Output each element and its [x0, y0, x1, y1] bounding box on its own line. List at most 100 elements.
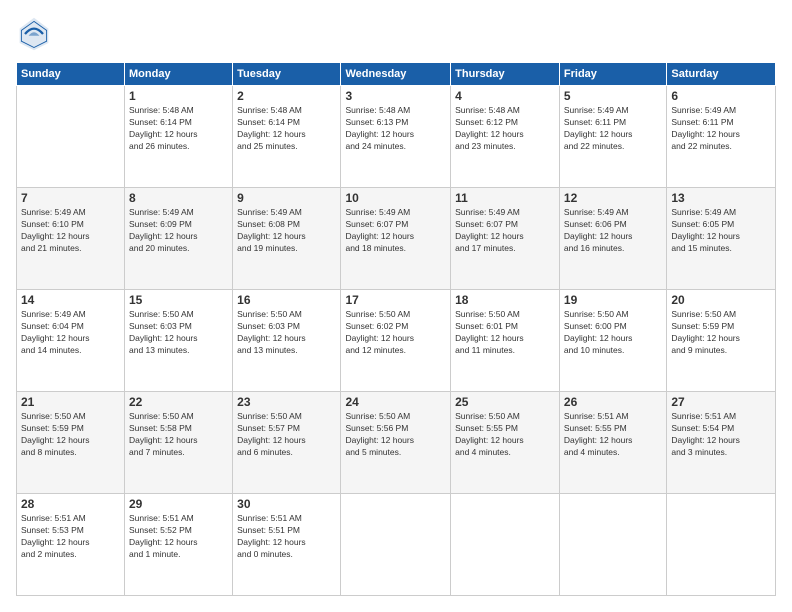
day-cell: 21 Sunrise: 5:50 AM Sunset: 5:59 PM Dayli… — [17, 392, 125, 494]
day-number: 28 — [21, 497, 120, 511]
day-info: Sunrise: 5:51 AM Sunset: 5:53 PM Dayligh… — [21, 513, 120, 561]
week-row-4: 28 Sunrise: 5:51 AM Sunset: 5:53 PM Dayli… — [17, 494, 776, 596]
day-header-friday: Friday — [559, 63, 666, 86]
day-cell: 7 Sunrise: 5:49 AM Sunset: 6:10 PM Daylig… — [17, 188, 125, 290]
day-number: 9 — [237, 191, 336, 205]
day-number: 22 — [129, 395, 228, 409]
day-info: Sunrise: 5:50 AM Sunset: 5:57 PM Dayligh… — [237, 411, 336, 459]
day-number: 18 — [455, 293, 555, 307]
day-header-wednesday: Wednesday — [341, 63, 451, 86]
day-cell: 25Sunrise: 5:50 AM Sunset: 5:55 PM Dayli… — [451, 392, 560, 494]
day-cell: 27 Sunrise: 5:51 AM Sunset: 5:54 PM Dayli… — [667, 392, 776, 494]
day-number: 25 — [455, 395, 555, 409]
day-info: Sunrise: 5:49 AM Sunset: 6:07 PM Dayligh… — [345, 207, 446, 255]
day-cell — [17, 86, 125, 188]
day-number: 8 — [129, 191, 228, 205]
day-info: Sunrise: 5:50 AM Sunset: 6:03 PM Dayligh… — [237, 309, 336, 357]
day-cell: 9 Sunrise: 5:49 AM Sunset: 6:08 PM Daylig… — [233, 188, 341, 290]
logo-icon — [16, 16, 52, 52]
day-info: Sunrise: 5:49 AM Sunset: 6:08 PM Dayligh… — [237, 207, 336, 255]
day-header-thursday: Thursday — [451, 63, 560, 86]
day-info: Sunrise: 5:50 AM Sunset: 5:59 PM Dayligh… — [671, 309, 771, 357]
week-row-0: 1 Sunrise: 5:48 AM Sunset: 6:14 PM Daylig… — [17, 86, 776, 188]
day-cell: 6 Sunrise: 5:49 AM Sunset: 6:11 PM Daylig… — [667, 86, 776, 188]
day-number: 13 — [671, 191, 771, 205]
day-number: 17 — [345, 293, 446, 307]
day-cell: 10 Sunrise: 5:49 AM Sunset: 6:07 PM Dayli… — [341, 188, 451, 290]
day-cell: 22Sunrise: 5:50 AM Sunset: 5:58 PM Dayli… — [125, 392, 233, 494]
day-number: 29 — [129, 497, 228, 511]
day-header-sunday: Sunday — [17, 63, 125, 86]
day-info: Sunrise: 5:51 AM Sunset: 5:55 PM Dayligh… — [564, 411, 662, 459]
day-info: Sunrise: 5:50 AM Sunset: 6:00 PM Dayligh… — [564, 309, 662, 357]
day-cell: 23 Sunrise: 5:50 AM Sunset: 5:57 PM Dayli… — [233, 392, 341, 494]
day-cell: 1 Sunrise: 5:48 AM Sunset: 6:14 PM Daylig… — [125, 86, 233, 188]
day-number: 14 — [21, 293, 120, 307]
page: SundayMondayTuesdayWednesdayThursdayFrid… — [0, 0, 792, 612]
day-number: 30 — [237, 497, 336, 511]
week-row-1: 7 Sunrise: 5:49 AM Sunset: 6:10 PM Daylig… — [17, 188, 776, 290]
day-cell: 13 Sunrise: 5:49 AM Sunset: 6:05 PM Dayli… — [667, 188, 776, 290]
day-info: Sunrise: 5:51 AM Sunset: 5:54 PM Dayligh… — [671, 411, 771, 459]
day-cell: 4 Sunrise: 5:48 AM Sunset: 6:12 PM Daylig… — [451, 86, 560, 188]
day-number: 4 — [455, 89, 555, 103]
day-cell: 20 Sunrise: 5:50 AM Sunset: 5:59 PM Dayli… — [667, 290, 776, 392]
day-number: 1 — [129, 89, 228, 103]
day-info: Sunrise: 5:49 AM Sunset: 6:05 PM Dayligh… — [671, 207, 771, 255]
day-number: 6 — [671, 89, 771, 103]
day-cell: 17 Sunrise: 5:50 AM Sunset: 6:02 PM Dayli… — [341, 290, 451, 392]
day-number: 10 — [345, 191, 446, 205]
day-number: 16 — [237, 293, 336, 307]
day-info: Sunrise: 5:50 AM Sunset: 6:03 PM Dayligh… — [129, 309, 228, 357]
week-row-2: 14 Sunrise: 5:49 AM Sunset: 6:04 PM Dayli… — [17, 290, 776, 392]
day-cell — [451, 494, 560, 596]
day-info: Sunrise: 5:50 AM Sunset: 5:56 PM Dayligh… — [345, 411, 446, 459]
day-cell — [559, 494, 666, 596]
day-cell: 11 Sunrise: 5:49 AM Sunset: 6:07 PM Dayli… — [451, 188, 560, 290]
day-number: 5 — [564, 89, 662, 103]
day-cell: 2Sunrise: 5:48 AM Sunset: 6:14 PM Daylig… — [233, 86, 341, 188]
day-cell: 16 Sunrise: 5:50 AM Sunset: 6:03 PM Dayli… — [233, 290, 341, 392]
day-number: 7 — [21, 191, 120, 205]
day-info: Sunrise: 5:49 AM Sunset: 6:11 PM Dayligh… — [564, 105, 662, 153]
day-info: Sunrise: 5:48 AM Sunset: 6:13 PM Dayligh… — [345, 105, 446, 153]
day-number: 27 — [671, 395, 771, 409]
day-number: 11 — [455, 191, 555, 205]
day-number: 21 — [21, 395, 120, 409]
day-number: 20 — [671, 293, 771, 307]
day-cell — [667, 494, 776, 596]
day-info: Sunrise: 5:49 AM Sunset: 6:04 PM Dayligh… — [21, 309, 120, 357]
day-cell: 18 Sunrise: 5:50 AM Sunset: 6:01 PM Dayli… — [451, 290, 560, 392]
day-info: Sunrise: 5:50 AM Sunset: 6:01 PM Dayligh… — [455, 309, 555, 357]
day-cell: 24Sunrise: 5:50 AM Sunset: 5:56 PM Dayli… — [341, 392, 451, 494]
day-cell: 19Sunrise: 5:50 AM Sunset: 6:00 PM Dayli… — [559, 290, 666, 392]
week-row-3: 21 Sunrise: 5:50 AM Sunset: 5:59 PM Dayli… — [17, 392, 776, 494]
day-info: Sunrise: 5:51 AM Sunset: 5:52 PM Dayligh… — [129, 513, 228, 561]
header — [16, 16, 776, 52]
day-number: 12 — [564, 191, 662, 205]
day-info: Sunrise: 5:49 AM Sunset: 6:11 PM Dayligh… — [671, 105, 771, 153]
day-cell: 15 Sunrise: 5:50 AM Sunset: 6:03 PM Dayli… — [125, 290, 233, 392]
day-info: Sunrise: 5:49 AM Sunset: 6:07 PM Dayligh… — [455, 207, 555, 255]
day-info: Sunrise: 5:50 AM Sunset: 5:59 PM Dayligh… — [21, 411, 120, 459]
day-number: 15 — [129, 293, 228, 307]
day-header-tuesday: Tuesday — [233, 63, 341, 86]
calendar-table: SundayMondayTuesdayWednesdayThursdayFrid… — [16, 62, 776, 596]
day-info: Sunrise: 5:49 AM Sunset: 6:10 PM Dayligh… — [21, 207, 120, 255]
day-cell: 14 Sunrise: 5:49 AM Sunset: 6:04 PM Dayli… — [17, 290, 125, 392]
calendar-body: 1 Sunrise: 5:48 AM Sunset: 6:14 PM Daylig… — [17, 86, 776, 596]
day-cell: 8Sunrise: 5:49 AM Sunset: 6:09 PM Daylig… — [125, 188, 233, 290]
day-number: 23 — [237, 395, 336, 409]
logo — [16, 16, 56, 52]
day-info: Sunrise: 5:50 AM Sunset: 6:02 PM Dayligh… — [345, 309, 446, 357]
day-cell — [341, 494, 451, 596]
day-info: Sunrise: 5:48 AM Sunset: 6:12 PM Dayligh… — [455, 105, 555, 153]
day-number: 26 — [564, 395, 662, 409]
day-cell: 3 Sunrise: 5:48 AM Sunset: 6:13 PM Daylig… — [341, 86, 451, 188]
day-cell: 30Sunrise: 5:51 AM Sunset: 5:51 PM Dayli… — [233, 494, 341, 596]
day-cell: 12 Sunrise: 5:49 AM Sunset: 6:06 PM Dayli… — [559, 188, 666, 290]
day-cell: 26 Sunrise: 5:51 AM Sunset: 5:55 PM Dayli… — [559, 392, 666, 494]
day-number: 3 — [345, 89, 446, 103]
day-info: Sunrise: 5:48 AM Sunset: 6:14 PM Dayligh… — [129, 105, 228, 153]
day-info: Sunrise: 5:49 AM Sunset: 6:06 PM Dayligh… — [564, 207, 662, 255]
